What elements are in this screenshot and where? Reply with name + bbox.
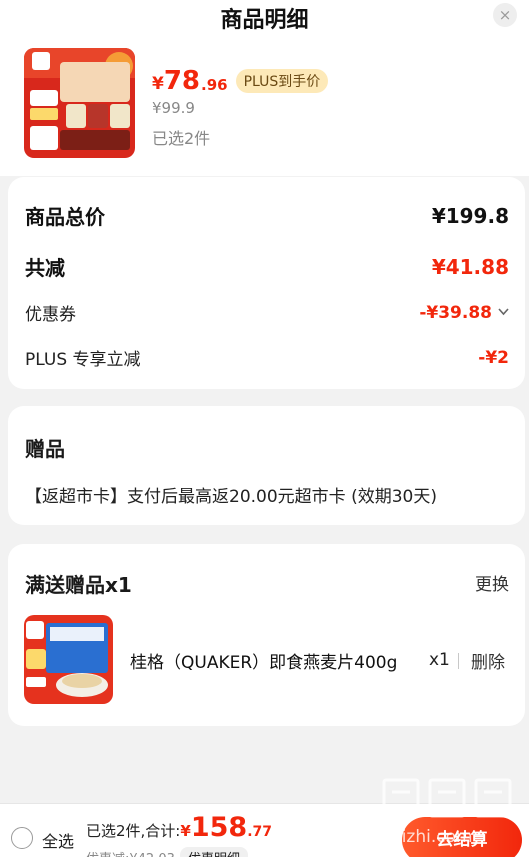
total-row: 已选2件,合计: ¥ 158 .77 (86, 812, 272, 843)
plus-discount-value: -¥2 (478, 347, 509, 368)
free-gift-title: 满送赠品x1 (25, 573, 132, 597)
product-image (24, 48, 135, 158)
select-all-radio[interactable] (11, 827, 33, 849)
product-header: 商品明细 × ¥ 78 .96 PLUS到手价 ¥99.9 已选2件 (0, 0, 529, 176)
close-icon[interactable]: × (493, 3, 517, 27)
total-integer: 158 (190, 812, 248, 843)
price-integer: 78 (163, 66, 201, 96)
product-price-row: ¥ 78 .96 PLUS到手价 (152, 64, 329, 98)
checkout-button[interactable]: 去结算 (402, 817, 522, 857)
price-summary-card: 商品总价 ¥199.8 共减 ¥41.88 优惠券 -¥39.88 PLUS 专… (8, 177, 525, 389)
total-price-value: ¥199.8 (431, 203, 509, 228)
coupon-value-group[interactable]: -¥39.88 (419, 303, 509, 323)
coupon-label: 优惠券 (25, 305, 76, 325)
selected-count: 已选2件 (152, 129, 211, 148)
free-gift-image (24, 615, 113, 704)
saved-amount: 优惠减:¥42.03 (86, 848, 175, 857)
free-gift-quantity: x1 (429, 650, 450, 670)
total-price-row: 商品总价 ¥199.8 (25, 201, 509, 230)
total-price-label: 商品总价 (25, 205, 105, 229)
total-label: 已选2件,合计: (86, 822, 181, 840)
divider (458, 653, 459, 669)
free-gift-thumbnail (24, 615, 113, 704)
gift-title: 赠品 (25, 437, 65, 461)
total-decimal: .77 (247, 824, 272, 840)
select-all-label[interactable]: 全选 (42, 828, 74, 852)
coupon-row[interactable]: 优惠券 -¥39.88 (25, 300, 509, 325)
reduction-label: 共减 (25, 256, 65, 280)
free-gift-card: 满送赠品x1 更换 桂格（QUAKER）即食燕麦片400g x1 删除 (8, 544, 525, 726)
delete-gift-button[interactable]: 删除 (471, 648, 505, 673)
plus-price-badge: PLUS到手价 (235, 69, 329, 93)
product-thumbnail (24, 48, 135, 158)
plus-discount-label: PLUS 专享立减 (25, 350, 141, 370)
original-price: ¥99.9 (152, 99, 195, 117)
plus-discount-row: PLUS 专享立减 -¥2 (25, 345, 509, 371)
gift-description: 【返超市卡】支付后最高返20.00元超市卡 (效期30天) (25, 487, 437, 507)
reduction-value: ¥41.88 (431, 254, 509, 279)
gift-card: 赠品 【返超市卡】支付后最高返20.00元超市卡 (效期30天) (8, 406, 525, 525)
chevron-down-icon[interactable] (498, 305, 509, 320)
page-title: 商品明细 (220, 8, 309, 33)
price-symbol: ¥ (152, 74, 164, 94)
reduction-row: 共减 ¥41.88 (25, 252, 509, 281)
change-gift-button[interactable]: 更换 (475, 570, 509, 595)
free-gift-name[interactable]: 桂格（QUAKER）即食燕麦片400g (130, 648, 422, 673)
checkout-bar: 全选 已选2件,合计: ¥ 158 .77 优惠减:¥42.03 优惠明细 去结… (0, 803, 529, 857)
coupon-value: -¥39.88 (419, 302, 492, 323)
price-decimal: .96 (201, 76, 228, 94)
total-symbol: ¥ (180, 822, 191, 840)
discount-detail-button[interactable]: 优惠明细 (180, 847, 249, 857)
